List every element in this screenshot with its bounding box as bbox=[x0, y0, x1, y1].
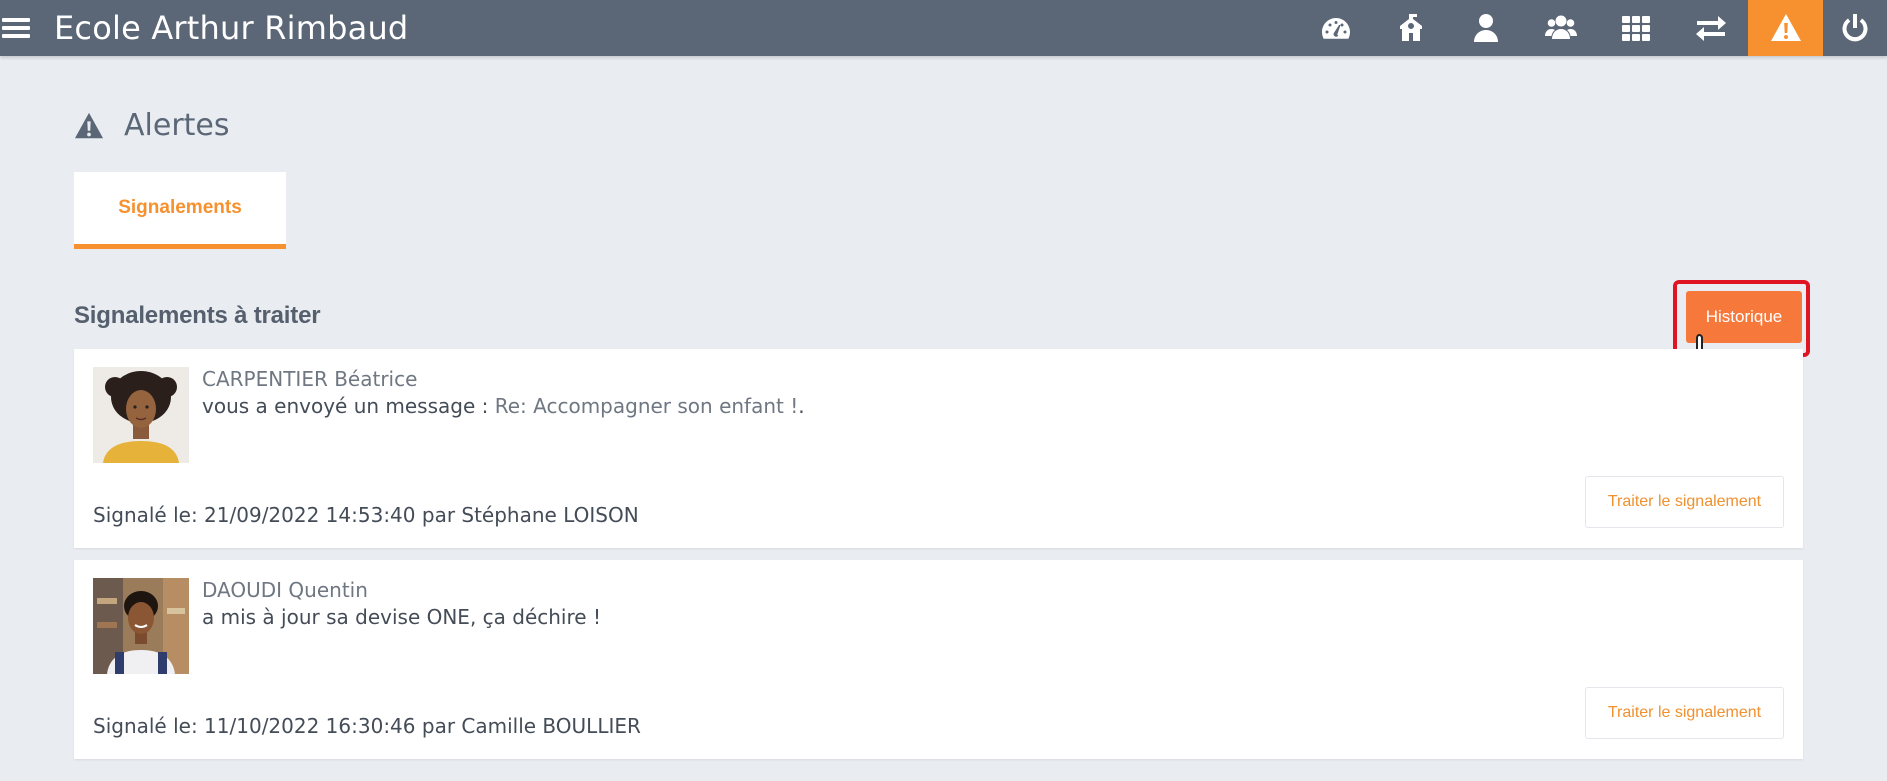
report-author: CARPENTIER Béatrice bbox=[202, 367, 418, 391]
report-meta: Signalé le: 21/09/2022 14:53:40 par Stép… bbox=[93, 503, 639, 527]
school-icon[interactable] bbox=[1373, 0, 1448, 56]
message-suffix: . bbox=[798, 394, 805, 418]
exchange-icon[interactable] bbox=[1673, 0, 1748, 56]
tab-signalements[interactable]: Signalements bbox=[74, 172, 286, 249]
users-icon[interactable] bbox=[1523, 0, 1598, 56]
report-card: CARPENTIER Béatrice vous a envoyé un mes… bbox=[74, 349, 1803, 548]
app-title: Ecole Arthur Rimbaud bbox=[54, 9, 409, 47]
avatar bbox=[93, 367, 189, 463]
power-icon[interactable] bbox=[1823, 0, 1887, 56]
section-title: Signalements à traiter bbox=[74, 302, 321, 329]
hamburger-menu-icon[interactable] bbox=[2, 16, 32, 40]
tab-label: Signalements bbox=[118, 197, 242, 218]
report-message: vous a envoyé un message : Re: Accompagn… bbox=[202, 394, 805, 418]
report-author: DAOUDI Quentin bbox=[202, 578, 368, 602]
top-bar: Ecole Arthur Rimbaud bbox=[0, 0, 1887, 56]
avatar bbox=[93, 578, 189, 674]
report-meta: Signalé le: 11/10/2022 16:30:46 par Cami… bbox=[93, 714, 641, 738]
treat-report-button[interactable]: Traiter le signalement bbox=[1585, 687, 1784, 739]
message-subject-link[interactable]: Re: Accompagner son enfant ! bbox=[495, 394, 799, 418]
message-text: vous a envoyé un message : bbox=[202, 394, 495, 418]
alert-icon bbox=[74, 112, 104, 138]
user-icon[interactable] bbox=[1448, 0, 1523, 56]
dashboard-icon[interactable] bbox=[1298, 0, 1373, 56]
report-message: a mis à jour sa devise ONE, ça déchire ! bbox=[202, 605, 601, 629]
grid-icon[interactable] bbox=[1598, 0, 1673, 56]
page-header: Alertes bbox=[74, 108, 230, 143]
message-text: a mis à jour sa devise ONE, ça déchire ! bbox=[202, 605, 601, 629]
page-title: Alertes bbox=[124, 108, 230, 143]
alert-icon[interactable] bbox=[1748, 0, 1823, 56]
report-card: DAOUDI Quentin a mis à jour sa devise ON… bbox=[74, 560, 1803, 759]
treat-report-button[interactable]: Traiter le signalement bbox=[1585, 476, 1784, 528]
nav-icons bbox=[1298, 0, 1887, 56]
